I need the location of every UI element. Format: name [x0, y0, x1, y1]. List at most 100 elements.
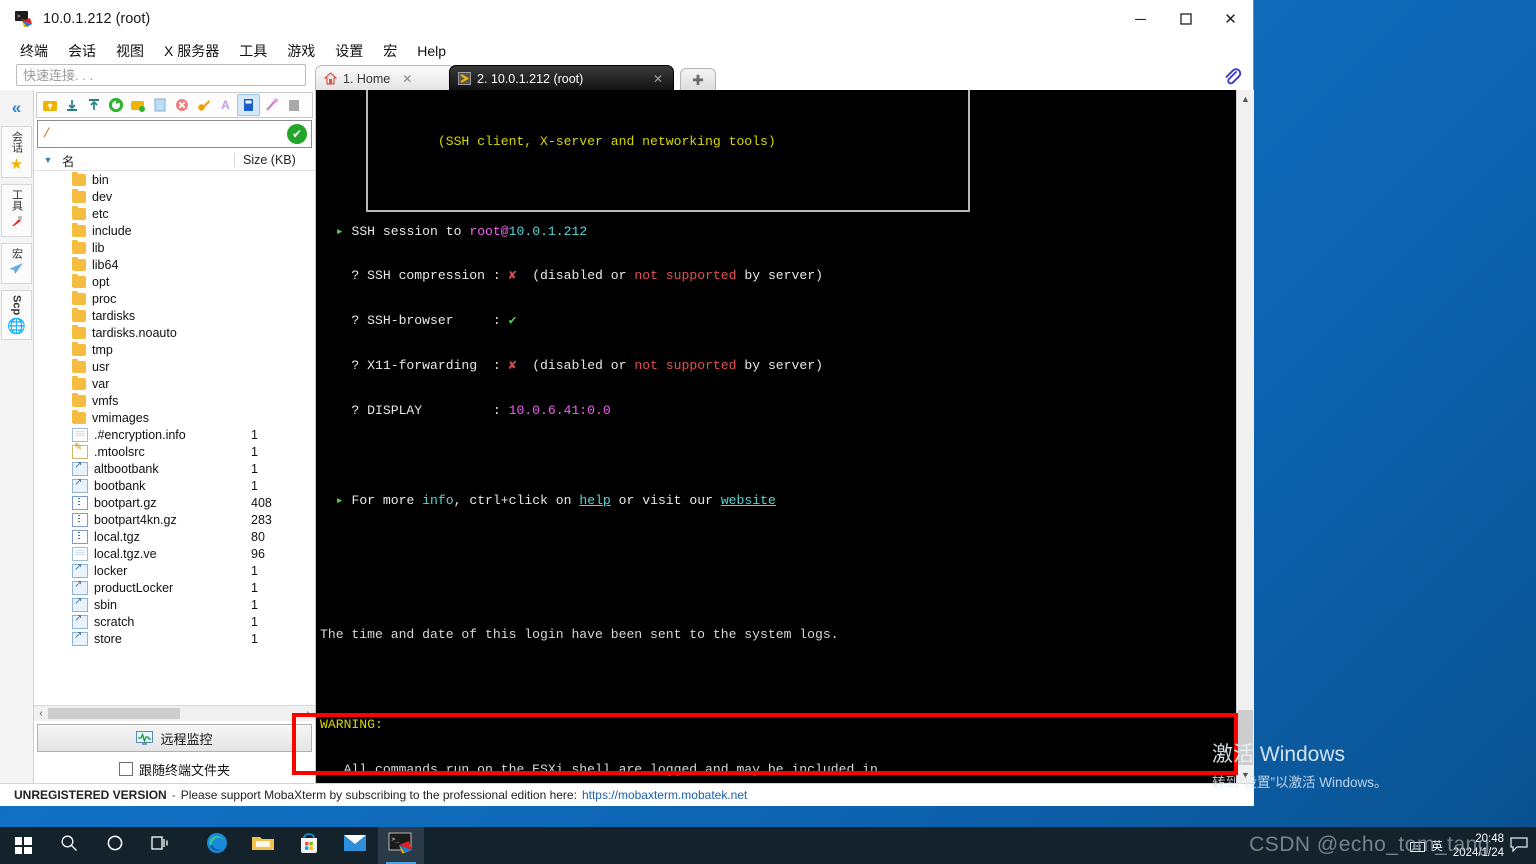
list-item[interactable]: sbin 1: [34, 596, 315, 613]
list-item[interactable]: productLocker 1: [34, 579, 315, 596]
follow-terminal-folder-checkbox[interactable]: 跟随终端文件夹: [34, 755, 315, 783]
column-header-size[interactable]: Size (KB): [234, 153, 315, 167]
list-item[interactable]: .#encryption.info 1: [34, 426, 315, 443]
list-item[interactable]: .mtoolsrc 1: [34, 442, 315, 460]
list-item[interactable]: locker 1: [34, 562, 315, 579]
column-header-name[interactable]: 名: [62, 151, 234, 170]
rename-icon[interactable]: A: [215, 95, 236, 115]
list-item[interactable]: tardisks: [34, 307, 315, 324]
up-folder-icon[interactable]: [39, 95, 60, 115]
browser-terminal-icon[interactable]: [283, 95, 304, 115]
new-folder-icon[interactable]: [127, 95, 148, 115]
list-item[interactable]: include: [34, 222, 315, 239]
list-item[interactable]: bootpart.gz 408: [34, 494, 315, 511]
list-item[interactable]: dev: [34, 188, 315, 205]
menu-item-sessions[interactable]: 会话: [58, 39, 106, 63]
browser-horizontal-scrollbar[interactable]: ‹ ›: [34, 705, 315, 721]
wand-icon[interactable]: [261, 95, 282, 115]
task-view-button[interactable]: [138, 827, 184, 864]
tab-ssh-session-close-icon[interactable]: ✕: [653, 72, 663, 86]
mobaxterm-link[interactable]: https://mobaxterm.mobatek.net: [582, 788, 747, 802]
tab-home[interactable]: 1. Home ✕: [315, 65, 455, 91]
edge-button[interactable]: [194, 827, 240, 864]
website-link[interactable]: website: [721, 493, 776, 508]
bookmark-icon[interactable]: [237, 94, 260, 116]
close-button[interactable]: ✕: [1208, 0, 1253, 38]
quick-connect-input[interactable]: 快速连接. . .: [16, 64, 306, 86]
mail-button[interactable]: [332, 827, 378, 864]
scroll-up-icon[interactable]: ▲: [1237, 90, 1254, 107]
menu-item-help[interactable]: Help: [407, 41, 456, 61]
list-item[interactable]: lib64: [34, 256, 315, 273]
list-item[interactable]: store 1: [34, 630, 315, 647]
scroll-thumb[interactable]: [48, 708, 180, 719]
list-item-size: 1: [251, 597, 258, 612]
terminal-panel[interactable]: (SSH client, X-server and networking too…: [316, 90, 1254, 783]
scroll-left-icon[interactable]: ‹: [34, 708, 48, 719]
start-button[interactable]: [0, 827, 46, 864]
minimize-button[interactable]: ─: [1118, 0, 1163, 38]
list-item[interactable]: var: [34, 375, 315, 392]
remote-monitoring-button[interactable]: 远程监控: [37, 724, 312, 752]
scroll-track[interactable]: [48, 708, 301, 719]
list-item[interactable]: local.tgz 80: [34, 528, 315, 545]
menu-item-tools[interactable]: 工具: [229, 39, 277, 63]
maximize-button[interactable]: [1163, 0, 1208, 38]
menu-item-settings[interactable]: 设置: [325, 39, 373, 63]
menu-item-terminal[interactable]: 终端: [10, 39, 58, 63]
follow-terminal-folder-label: 跟随终端文件夹: [138, 762, 230, 778]
list-item[interactable]: etc: [34, 205, 315, 222]
paperclip-icon[interactable]: [1221, 67, 1243, 87]
list-item[interactable]: bootpart4kn.gz 283: [34, 511, 315, 528]
list-item[interactable]: tardisks.noauto: [34, 324, 315, 341]
list-item[interactable]: vmfs: [34, 392, 315, 409]
list-item[interactable]: proc: [34, 290, 315, 307]
download-icon[interactable]: [61, 95, 82, 115]
menu-item-xserver[interactable]: X 服务器: [154, 39, 229, 63]
list-item[interactable]: altbootbank 1: [34, 460, 315, 477]
file-explorer-button[interactable]: [240, 827, 286, 864]
list-item[interactable]: scratch 1: [34, 613, 315, 630]
ribbon-group-scp[interactable]: Scp 🌐: [1, 290, 32, 341]
new-tab-button[interactable]: ✚: [680, 68, 716, 91]
tab-ssh-session[interactable]: 2. 10.0.1.212 (root) ✕: [449, 65, 674, 91]
upload-icon[interactable]: [83, 95, 104, 115]
list-item[interactable]: tmp: [34, 341, 315, 358]
scroll-right-icon[interactable]: ›: [301, 708, 315, 719]
permissions-icon[interactable]: [193, 95, 214, 115]
microsoft-store-button[interactable]: [286, 827, 332, 864]
ribbon-group-macros[interactable]: 宏: [1, 243, 32, 284]
path-confirm-icon[interactable]: ✔: [287, 124, 307, 144]
search-button[interactable]: [46, 827, 92, 864]
list-item[interactable]: vmimages: [34, 409, 315, 426]
mobaxterm-button[interactable]: >_: [378, 827, 424, 864]
folder-icon: [72, 256, 86, 271]
list-item[interactable]: opt: [34, 273, 315, 290]
path-input[interactable]: /: [38, 127, 287, 141]
list-item[interactable]: lib: [34, 239, 315, 256]
notification-center-icon[interactable]: [1510, 836, 1528, 855]
refresh-icon[interactable]: [105, 95, 126, 115]
terminal-scrollbar[interactable]: ▲ ▼: [1236, 90, 1254, 783]
collapse-sidebar-icon[interactable]: «: [12, 98, 21, 118]
file-list[interactable]: bin dev etc include lib lib64 opt proc tardisks t…: [34, 171, 315, 705]
tab-home-close-icon[interactable]: ✕: [402, 72, 412, 86]
terminal-output[interactable]: (SSH client, X-server and networking too…: [320, 90, 1236, 783]
list-item[interactable]: bin: [34, 171, 315, 188]
help-link[interactable]: help: [579, 493, 610, 508]
ribbon-group-tools[interactable]: 工具: [1, 184, 32, 237]
wrench-icon: [10, 214, 24, 232]
list-item[interactable]: local.tgz.ve 96: [34, 545, 315, 562]
new-file-icon[interactable]: [149, 95, 170, 115]
list-item[interactable]: bootbank 1: [34, 477, 315, 494]
path-bar[interactable]: / ✔: [37, 120, 312, 148]
menu-item-games[interactable]: 游戏: [277, 39, 325, 63]
cortana-button[interactable]: [92, 827, 138, 864]
ribbon-group-sessions[interactable]: 会话 ★: [1, 126, 32, 178]
menu-item-macros[interactable]: 宏: [373, 39, 407, 63]
delete-icon[interactable]: [171, 95, 192, 115]
checkbox-box[interactable]: [118, 762, 133, 776]
menu-item-view[interactable]: 视图: [106, 39, 154, 63]
list-item[interactable]: usr: [34, 358, 315, 375]
sort-arrow-icon[interactable]: ▼: [34, 155, 62, 165]
